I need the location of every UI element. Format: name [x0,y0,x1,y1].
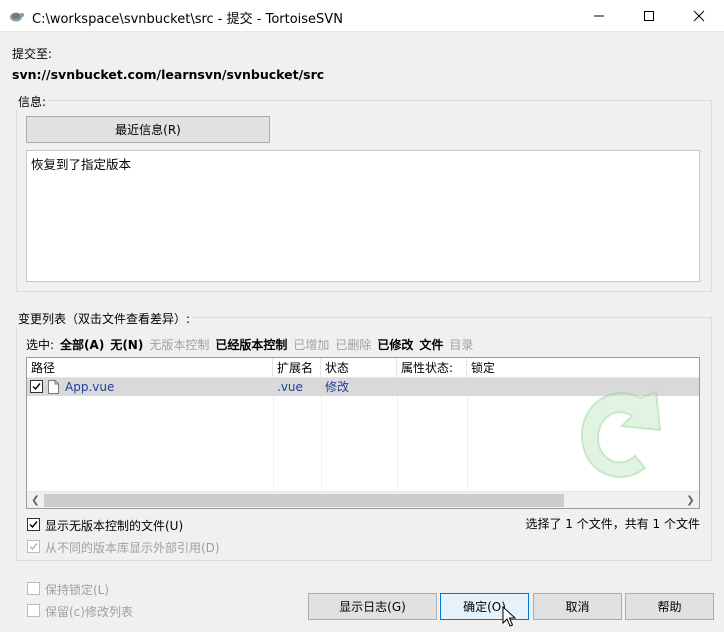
minimize-button[interactable] [576,0,622,32]
filter-none[interactable]: 无(N) [110,336,143,352]
filter-versioned[interactable]: 已经版本控制 [215,336,287,352]
checkmark-icon [32,383,41,391]
tortoisesvn-logo-icon [580,390,662,478]
show-externals-label: 从不同的版本库显示外部引用(D) [45,541,220,555]
row-checkbox[interactable] [30,380,43,393]
filter-directories[interactable]: 目录 [449,336,473,352]
column-extension[interactable]: 扩展名 [273,358,321,378]
list-header: 路径 扩展名 状态 属性状态: 锁定 [27,358,699,378]
column-status[interactable]: 状态 [321,358,397,378]
recent-messages-button[interactable]: 最近信息(R) [26,116,270,143]
file-lock [467,378,471,396]
maximize-icon [644,11,654,21]
help-button[interactable]: 帮助 [625,593,714,620]
title-bar: C:\workspace\svnbucket\src - 提交 - Tortoi… [0,0,724,32]
select-label: 选中: [26,338,55,352]
show-unversioned-label: 显示无版本控制的文件(U) [45,519,184,533]
commit-to-label: 提交至: [12,47,53,61]
window-title: C:\workspace\svnbucket\src - 提交 - Tortoi… [32,12,343,27]
filter-added[interactable]: 已增加 [293,336,329,352]
close-icon [693,10,705,22]
scroll-left-icon[interactable]: ❮ [27,492,44,508]
message-group-label: 信息: [16,93,49,110]
filter-row: 选中: 全部(A) 无(N) 无版本控制 已经版本控制 已增加 已删除 已修改 … [26,336,473,352]
filter-deleted[interactable]: 已删除 [335,336,371,352]
file-status: 修改 [325,380,350,394]
filter-modified[interactable]: 已修改 [377,336,413,352]
column-lock[interactable]: 锁定 [467,358,699,378]
show-externals-checkbox[interactable] [27,540,40,553]
commit-message-input[interactable]: 恢复到了指定版本 [26,150,700,282]
filter-files[interactable]: 文件 [419,336,443,352]
tortoise-icon [8,9,24,23]
column-property-status[interactable]: 属性状态: [397,358,467,378]
changes-group-label: 变更列表（双击文件查看差异）: [16,310,193,327]
column-path[interactable]: 路径 [27,358,273,378]
scrollbar-thumb[interactable] [44,494,564,507]
repository-url: svn://svnbucket.com/learnsvn/svnbucket/s… [12,67,325,82]
scroll-right-icon[interactable]: ❯ [682,492,699,508]
file-icon [48,380,59,394]
commit-message-text: 恢复到了指定版本 [31,157,132,172]
filter-unversioned[interactable]: 无版本控制 [149,336,209,352]
keep-changelist-checkbox[interactable] [27,604,40,617]
filter-all[interactable]: 全部(A) [60,336,104,352]
cancel-button[interactable]: 取消 [533,593,622,620]
close-button[interactable] [676,0,722,32]
selection-summary: 选择了 1 个文件，共有 1 个文件 [525,517,700,531]
checkmark-icon [29,543,38,551]
show-unversioned-checkbox[interactable] [27,518,40,531]
minimize-icon [594,15,604,17]
show-log-button[interactable]: 显示日志(G) [308,593,437,620]
keep-changelist-label: 保留(c)修改列表 [45,605,133,619]
file-path: App.vue [65,380,115,394]
keep-locks-label: 保持锁定(L) [45,583,110,597]
checkmark-icon [29,521,38,529]
file-extension: .vue [277,380,303,394]
maximize-button[interactable] [626,0,672,32]
file-property-status [397,378,401,396]
mouse-pointer-icon [502,606,516,627]
keep-locks-checkbox[interactable] [27,582,40,595]
